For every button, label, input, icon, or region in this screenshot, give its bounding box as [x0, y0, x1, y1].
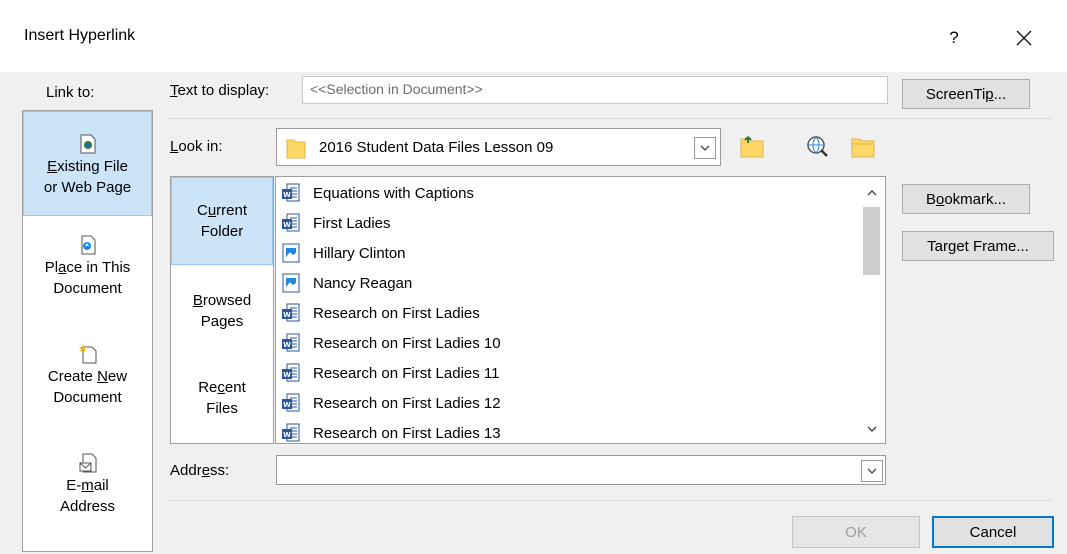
- ok-button[interactable]: OK: [792, 516, 920, 548]
- link-to-panel: Existing File or Web Page Place in This …: [22, 110, 153, 552]
- file-list-item[interactable]: W Research on First Ladies: [282, 298, 480, 328]
- browse-web-icon: [807, 136, 828, 157]
- browse-file-button[interactable]: [848, 131, 878, 161]
- browse-web-button[interactable]: [802, 131, 832, 161]
- browsed-pages-button[interactable]: Browsed Pages: [171, 290, 273, 332]
- link-to-email-address[interactable]: E-mail Address: [23, 453, 152, 517]
- file-list-item[interactable]: W Research on First Ladies 10: [282, 328, 501, 358]
- current-folder-button[interactable]: Current Folder: [171, 177, 273, 265]
- chevron-down-icon: [700, 145, 710, 151]
- svg-text:W: W: [283, 401, 291, 409]
- close-button[interactable]: [1004, 20, 1044, 56]
- target-frame-button[interactable]: Tar g et Frame...: [902, 231, 1054, 261]
- file-name: Equations with Captions: [313, 184, 474, 202]
- text-to-display-input[interactable]: <<Selection in Document>>: [302, 76, 888, 104]
- svg-text:W: W: [283, 311, 291, 319]
- email-address-icon: [79, 453, 96, 473]
- file-list-item[interactable]: W Research on First Ladies 11: [282, 358, 499, 388]
- existing-file-label-1: Existing File: [47, 158, 128, 175]
- word-document-icon: W: [282, 393, 300, 412]
- cancel-button[interactable]: Cancel: [932, 516, 1054, 548]
- folder-icon: [286, 139, 306, 159]
- file-name: Hillary Clinton: [313, 244, 406, 262]
- file-list-item[interactable]: Nancy Reagan: [282, 268, 412, 298]
- link-to-create-new-document[interactable]: Create New Document: [23, 344, 152, 408]
- file-list-item[interactable]: W Equations with Captions: [282, 178, 474, 208]
- chevron-down-icon: [867, 426, 877, 432]
- existing-file-label-2: or Web Page: [43, 179, 132, 196]
- email-label-2: Address: [59, 498, 116, 515]
- create-new-label-1: Create New: [47, 368, 128, 385]
- title-bar: [0, 0, 1067, 72]
- bookmark-button[interactable]: Bo okmark...: [902, 184, 1030, 214]
- current-folder-label-1: Current: [196, 202, 248, 219]
- top-separator: [168, 118, 1052, 119]
- scroll-down-button[interactable]: [859, 417, 885, 441]
- file-list-item[interactable]: W Research on First Ladies 12: [282, 388, 501, 418]
- scroll-thumb[interactable]: [863, 207, 880, 275]
- svg-text:W: W: [283, 341, 291, 349]
- text-to-display-label: Text to display:: [170, 82, 270, 99]
- file-name: First Ladies: [313, 214, 391, 232]
- existing-file-icon: [80, 134, 95, 154]
- location-panel: Current Folder Browsed Pages Recent File…: [170, 176, 274, 444]
- dialog-title: Insert Hyperlink: [24, 27, 136, 44]
- chevron-up-icon: [867, 190, 877, 196]
- image-file-icon: [282, 273, 300, 293]
- svg-text:W: W: [283, 191, 291, 199]
- create-new-document-icon: [78, 344, 96, 364]
- recent-files-label-1: Recent: [198, 379, 246, 396]
- file-list-item[interactable]: W Research on First Ladies 13: [282, 418, 501, 443]
- file-name: Research on First Ladies: [313, 304, 480, 322]
- chevron-down-icon: [867, 468, 877, 474]
- recent-files-label-2: Files: [206, 400, 238, 417]
- recent-files-button[interactable]: Recent Files: [171, 377, 273, 419]
- look-in-label: Look in:: [170, 138, 223, 155]
- word-document-icon: W: [282, 333, 300, 352]
- word-document-icon: W: [282, 183, 300, 202]
- link-to-place-in-document[interactable]: Place in This Document: [23, 235, 152, 299]
- address-label: Address:: [170, 462, 230, 479]
- file-list[interactable]: W Equations with Captions W First Ladies…: [275, 176, 886, 444]
- browsed-pages-label-2: Pages: [200, 313, 244, 330]
- look-in-dropdown-arrow[interactable]: [694, 137, 716, 159]
- close-icon: [1016, 30, 1032, 46]
- file-list-item[interactable]: Hillary Clinton: [282, 238, 406, 268]
- look-in-dropdown[interactable]: 2016 Student Data Files Lesson 09: [276, 128, 721, 166]
- svg-text:W: W: [283, 371, 291, 379]
- address-dropdown-arrow[interactable]: [861, 460, 883, 482]
- create-new-label-2: Document: [53, 389, 122, 406]
- svg-text:W: W: [283, 431, 291, 439]
- help-button[interactable]: ?: [936, 20, 972, 56]
- file-name: Research on First Ladies 10: [313, 334, 501, 352]
- up-folder-button[interactable]: [737, 131, 767, 161]
- file-name: Research on First Ladies 11: [313, 364, 500, 382]
- browsed-pages-label-1: Browsed: [192, 292, 252, 309]
- word-document-icon: W: [282, 303, 300, 322]
- look-in-value: 2016 Student Data Files Lesson 09: [319, 139, 554, 156]
- file-name: Nancy Reagan: [313, 274, 413, 292]
- word-document-icon: W: [282, 363, 300, 382]
- address-input[interactable]: [276, 455, 886, 485]
- browse-file-icon: [851, 138, 875, 158]
- file-name: Research on First Ladies 12: [313, 394, 501, 412]
- file-list-item[interactable]: W First Ladies: [282, 208, 391, 238]
- place-in-document-icon: [81, 235, 95, 255]
- up-folder-icon: [740, 136, 764, 158]
- email-label-1: E-mail: [66, 477, 109, 494]
- word-document-icon: W: [282, 213, 300, 232]
- link-to-label: Link to:: [46, 84, 95, 101]
- screentip-button[interactable]: ScreenTi p...: [902, 79, 1030, 109]
- file-name: Research on First Ladies 13: [313, 424, 501, 442]
- svg-text:W: W: [283, 221, 291, 229]
- place-label-2: Document: [53, 280, 122, 297]
- current-folder-label-2: Folder: [200, 223, 244, 240]
- word-document-icon: W: [282, 423, 300, 442]
- bottom-separator: [168, 500, 1052, 501]
- image-file-icon: [282, 243, 300, 263]
- scroll-up-button[interactable]: [859, 181, 885, 205]
- file-list-scrollbar[interactable]: [859, 177, 885, 443]
- link-to-existing-file[interactable]: Existing File or Web Page: [23, 111, 152, 216]
- place-label-1: Place in This: [44, 259, 131, 276]
